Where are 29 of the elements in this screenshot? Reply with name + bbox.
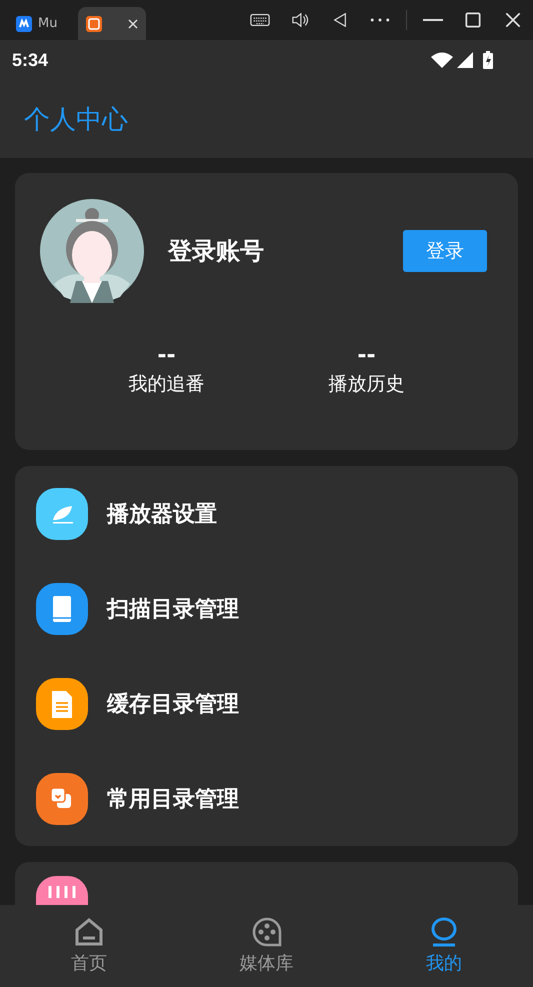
account-name: 登录账号	[168, 236, 264, 267]
nav-tab[interactable]: 我的	[355, 905, 533, 987]
emulator-tab[interactable]	[78, 7, 146, 40]
home-icon	[74, 917, 104, 947]
wifi-icon	[431, 52, 453, 68]
close-icon[interactable]	[503, 12, 523, 28]
menu-item[interactable]: 扫描目录管理	[15, 561, 518, 656]
emulator-tab[interactable]: Mu	[8, 7, 78, 40]
close-icon[interactable]	[128, 18, 138, 28]
film-reel-icon	[252, 917, 282, 947]
app-icon	[16, 16, 32, 32]
nav-tab[interactable]: 媒体库	[178, 905, 356, 987]
status-time: 5:34	[12, 50, 48, 70]
keyboard-icon[interactable]	[250, 12, 270, 28]
signal-icon	[457, 52, 473, 68]
stat-value: --	[157, 345, 176, 367]
person-icon	[429, 917, 460, 947]
nav-tab[interactable]: 首页	[0, 905, 178, 987]
menu-item[interactable]: 缓存目录管理	[15, 656, 518, 751]
app-icon	[86, 16, 102, 32]
maximize-icon[interactable]	[463, 12, 483, 28]
battery-icon	[483, 51, 493, 69]
stat-value: --	[357, 345, 376, 367]
page-title: 个人中心	[24, 104, 128, 136]
menu-item[interactable]: 常用目录管理	[15, 751, 518, 846]
stat-label[interactable]: 播放历史	[328, 371, 404, 397]
menu-item[interactable]: 播放器设置	[15, 466, 518, 561]
volume-icon[interactable]	[290, 12, 310, 28]
stat-label[interactable]: 我的追番	[128, 371, 204, 397]
